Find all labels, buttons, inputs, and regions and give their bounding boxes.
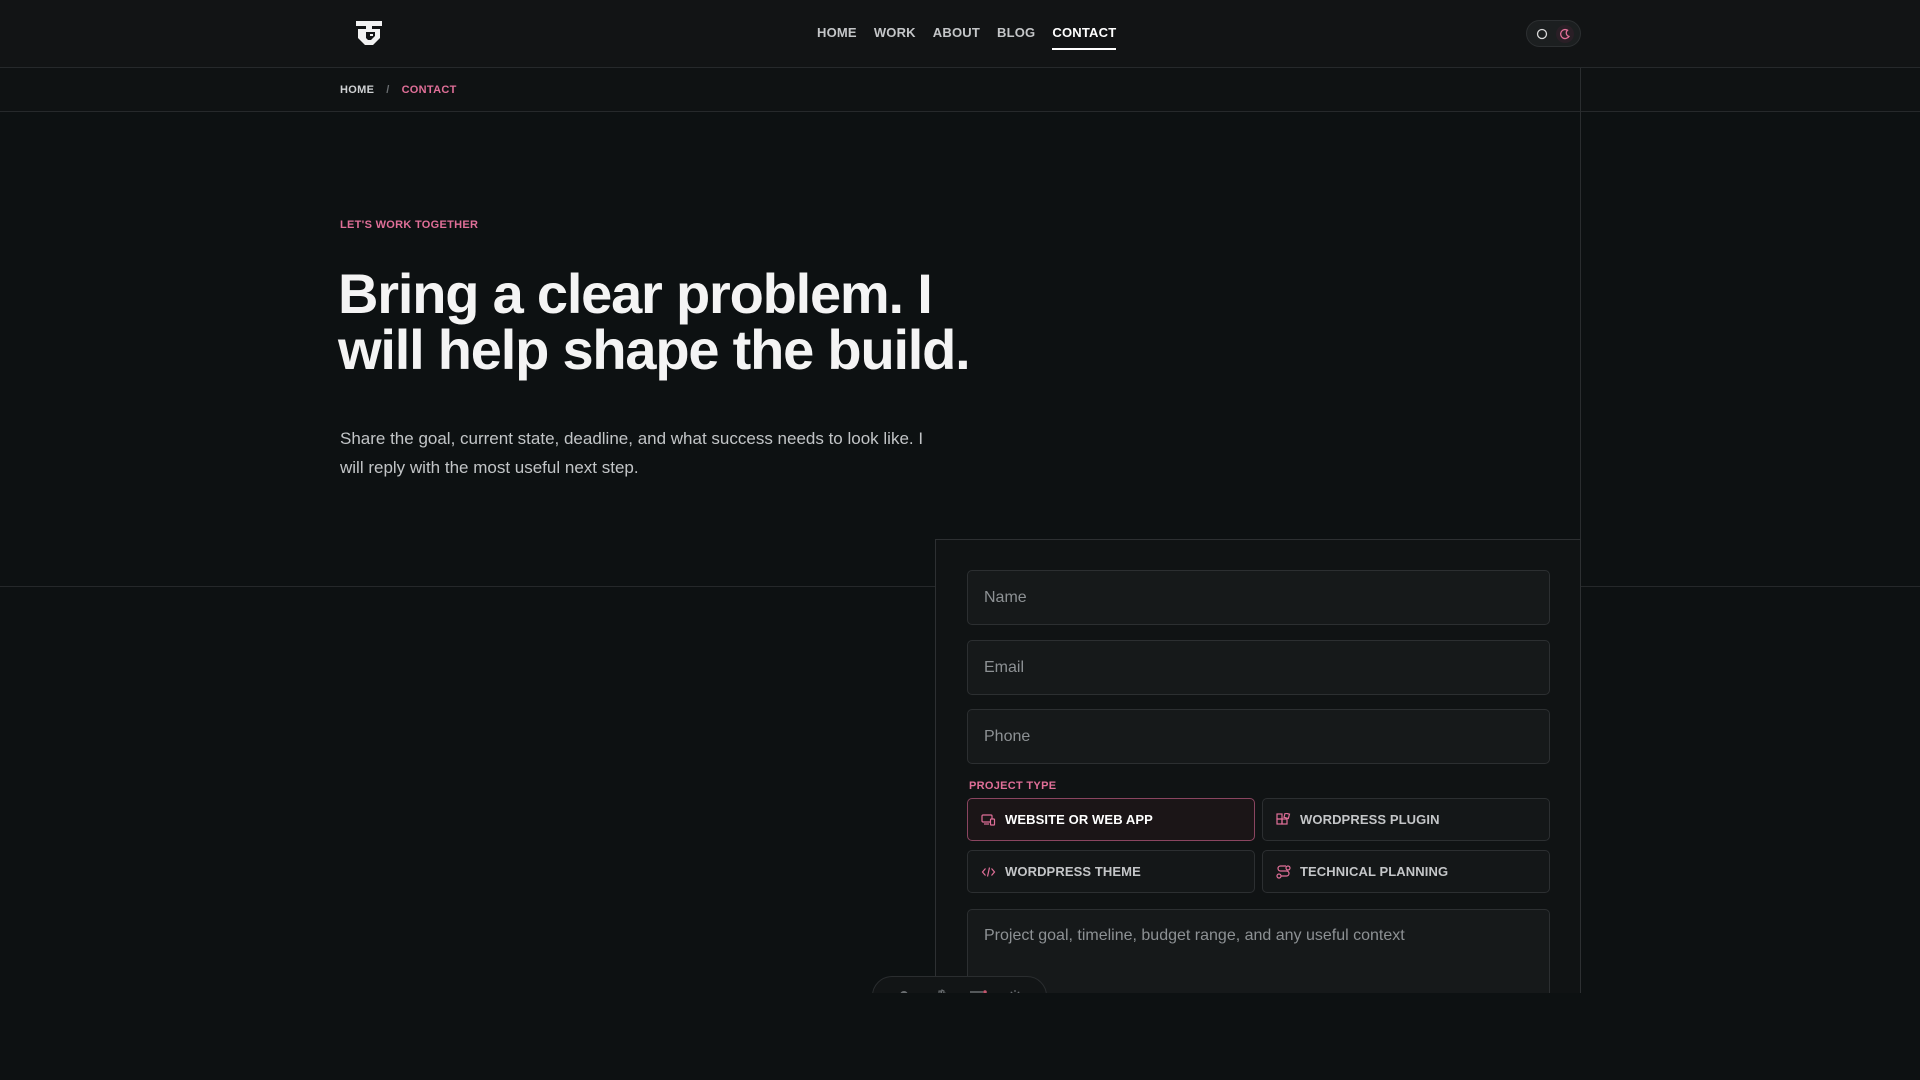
nav-blog[interactable]: BLOG (997, 25, 1035, 50)
code-icon (981, 866, 996, 877)
hero-eyebrow: LET'S WORK TOGETHER (340, 219, 479, 231)
page-title: Bring a clear problem. I will help shape… (338, 262, 971, 381)
blocks-icon (1276, 812, 1291, 825)
name-placeholder: Name (984, 588, 1027, 606)
contact-form: Name Email Phone PROJECT TYPE WEBSITE OR… (935, 539, 1581, 995)
theme-toggle[interactable] (1526, 20, 1581, 47)
email-field[interactable]: Email (967, 640, 1550, 695)
nav-contact[interactable]: CONTACT (1052, 25, 1117, 50)
dark-mode-button[interactable] (1555, 24, 1574, 43)
site-logo[interactable] (354, 19, 384, 47)
option-wordpress-theme[interactable]: WORDPRESS THEME (967, 850, 1255, 893)
grid-line-horizontal-right (1581, 586, 1920, 587)
hero-description: Share the goal, current state, deadline,… (340, 429, 924, 477)
option-wordpress-plugin[interactable]: WORDPRESS PLUGIN (1262, 798, 1550, 841)
nav-about[interactable]: ABOUT (933, 25, 980, 50)
option-label: WEBSITE OR WEB APP (1005, 812, 1153, 827)
breadcrumb-separator: / (386, 84, 390, 96)
phone-field[interactable]: Phone (967, 709, 1550, 764)
email-placeholder: Email (984, 658, 1025, 676)
message-placeholder: Project goal, timeline, budget range, an… (984, 927, 1405, 944)
viewport-bottom-area (0, 993, 1920, 1080)
nav-work[interactable]: WORK (874, 25, 916, 50)
option-website-or-web-app[interactable]: WEBSITE OR WEB APP (967, 798, 1255, 841)
breadcrumb-current: CONTACT (401, 84, 457, 96)
breadcrumb: HOME / CONTACT (340, 84, 457, 96)
option-label: WORDPRESS PLUGIN (1300, 812, 1440, 827)
grid-line-horizontal (0, 586, 935, 587)
option-label: TECHNICAL PLANNING (1300, 864, 1449, 879)
main-nav: HOME WORK ABOUT BLOG CONTACT (817, 25, 1117, 50)
logo-mark-icon (356, 21, 382, 45)
project-type-label: PROJECT TYPE (969, 780, 1057, 792)
light-mode-button[interactable] (1533, 25, 1551, 43)
circle-icon (1537, 28, 1548, 39)
moon-icon (1559, 28, 1570, 39)
option-technical-planning[interactable]: TECHNICAL PLANNING (1262, 850, 1550, 893)
message-textarea[interactable]: Project goal, timeline, budget range, an… (967, 909, 1550, 995)
breadcrumb-home[interactable]: HOME (340, 84, 374, 96)
name-field[interactable]: Name (967, 570, 1550, 625)
option-label: WORDPRESS THEME (1005, 864, 1141, 879)
devices-icon (981, 813, 996, 826)
route-icon (1276, 864, 1291, 879)
breadcrumb-bar (0, 68, 1920, 112)
nav-home[interactable]: HOME (817, 25, 857, 50)
site-header: HOME WORK ABOUT BLOG CONTACT (0, 0, 1920, 68)
phone-placeholder: Phone (984, 727, 1031, 745)
